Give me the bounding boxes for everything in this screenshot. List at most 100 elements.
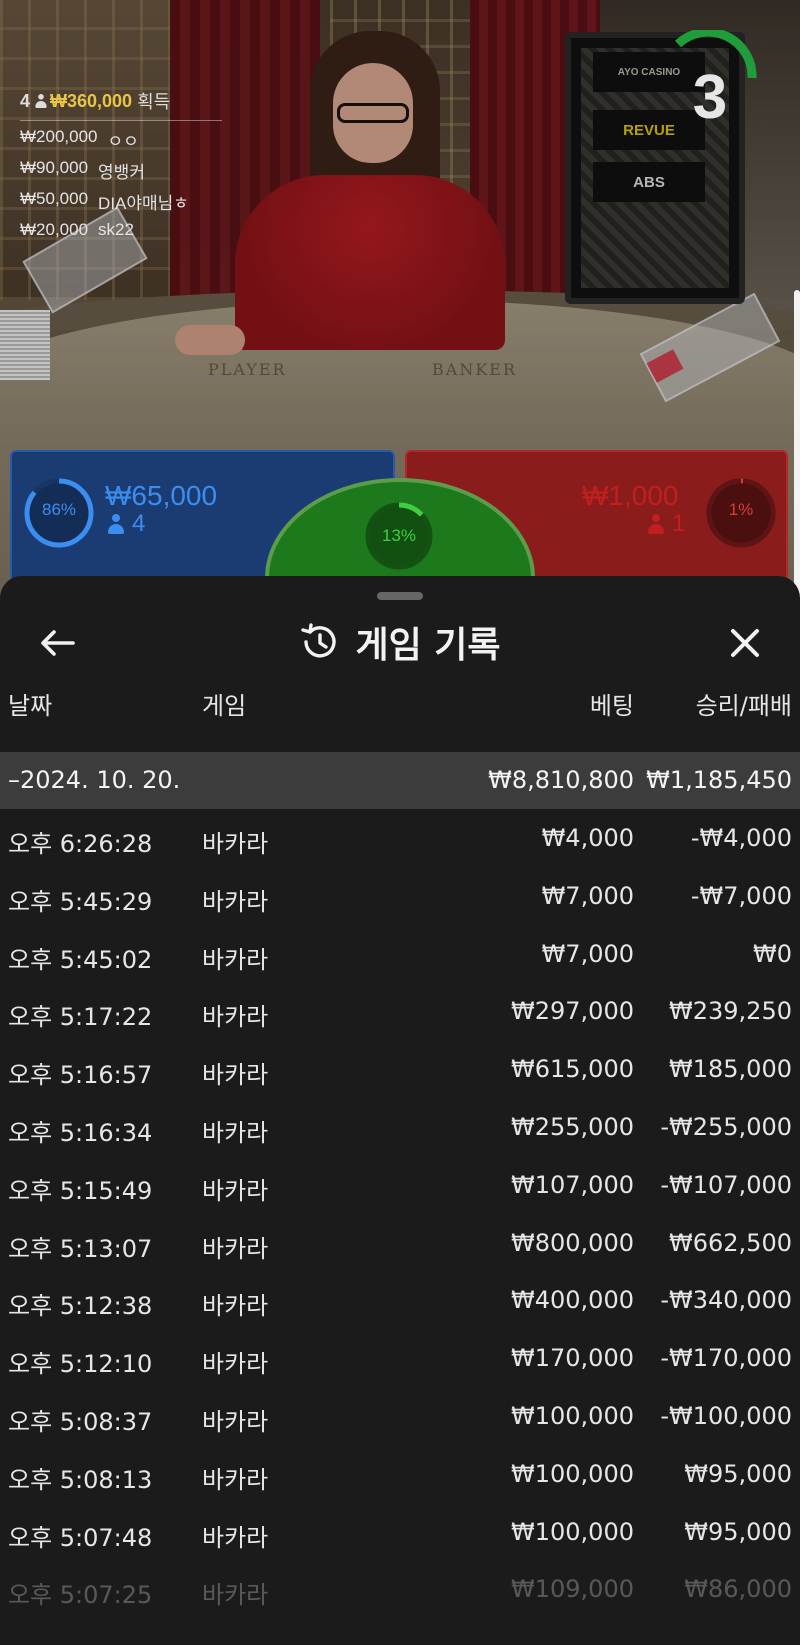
history-row[interactable]: 오후 5:08:13 바카라 ₩100,000 ₩95,000 bbox=[0, 1445, 800, 1503]
row-time: 오후 5:08:13 bbox=[8, 1465, 153, 1494]
column-result: 승리/패배 bbox=[695, 692, 792, 720]
back-button[interactable] bbox=[30, 616, 84, 670]
row-bet: ₩615,000 bbox=[511, 1055, 634, 1084]
row-game: 바카라 bbox=[202, 945, 269, 974]
person-icon bbox=[35, 94, 47, 108]
winners-summary: 4 ₩360,000 획득 bbox=[20, 88, 222, 121]
history-row[interactable]: 오후 5:45:02 바카라 ₩7,000 ₩0 bbox=[0, 925, 800, 983]
game-history-panel: 게임 기록 날짜 게임 베팅 승리/패배 –2024. 10. 20. ₩8,8… bbox=[0, 576, 800, 1645]
row-time: 오후 5:12:10 bbox=[8, 1350, 153, 1379]
history-row[interactable]: 오후 5:16:57 바카라 ₩615,000 ₩185,000 bbox=[0, 1040, 800, 1098]
row-bet: ₩100,000 bbox=[511, 1459, 634, 1488]
winner-amount: ₩20,000 bbox=[20, 220, 89, 239]
row-time: 오후 5:17:22 bbox=[8, 1003, 153, 1032]
history-row[interactable]: 오후 5:07:25 바카라 ₩109,000 ₩86,000 bbox=[0, 1560, 800, 1618]
table-header: 날짜 게임 베팅 승리/패배 bbox=[0, 674, 800, 724]
player-percent: 86% bbox=[41, 500, 77, 519]
row-game: 바카라 bbox=[202, 1234, 269, 1263]
row-result: ₩0 bbox=[753, 939, 792, 968]
history-row[interactable]: 오후 5:13:07 바카라 ₩800,000 ₩662,500 bbox=[0, 1214, 800, 1272]
history-row[interactable]: 오후 5:12:38 바카라 ₩400,000 -₩340,000 bbox=[0, 1271, 800, 1329]
row-time: 오후 5:07:25 bbox=[8, 1581, 153, 1610]
countdown-timer: 3 bbox=[692, 63, 728, 132]
person-icon bbox=[648, 514, 664, 534]
row-time: 오후 5:15:49 bbox=[8, 1176, 153, 1205]
drag-handle[interactable] bbox=[377, 592, 423, 600]
row-bet: ₩100,000 bbox=[511, 1517, 634, 1546]
row-time: 오후 6:26:28 bbox=[8, 830, 153, 858]
row-bet: ₩107,000 bbox=[511, 1170, 634, 1199]
scroll-edge[interactable] bbox=[794, 290, 800, 600]
row-time: 오후 5:12:38 bbox=[8, 1292, 153, 1321]
winner-name: DIA야매님ㅎ bbox=[98, 194, 189, 213]
row-bet: ₩109,000 bbox=[511, 1575, 634, 1604]
row-game: 바카라 bbox=[202, 887, 269, 916]
row-bet: ₩297,000 bbox=[511, 997, 634, 1026]
row-result: ₩86,000 bbox=[684, 1575, 792, 1604]
row-game: 바카라 bbox=[202, 1292, 269, 1321]
banker-percent: 1% bbox=[728, 500, 754, 519]
winner-suffix: 획득 bbox=[137, 92, 171, 112]
row-bet: ₩170,000 bbox=[511, 1344, 634, 1373]
column-date: 날짜 bbox=[8, 692, 53, 720]
close-button[interactable] bbox=[718, 616, 772, 670]
banker-bettor-count: 1 bbox=[648, 510, 685, 538]
winner-name: sk22 bbox=[98, 220, 134, 239]
row-result: -₩100,000 bbox=[660, 1401, 792, 1430]
row-bet: ₩7,000 bbox=[541, 939, 634, 968]
row-result: ₩95,000 bbox=[684, 1459, 792, 1488]
winner-count: 4 bbox=[20, 90, 31, 111]
banker-bet-amount: ₩1,000 bbox=[582, 480, 679, 511]
row-game: 바카라 bbox=[202, 1523, 269, 1552]
close-icon bbox=[731, 629, 759, 657]
row-result: ₩662,500 bbox=[669, 1228, 792, 1257]
panel-header: 게임 기록 bbox=[0, 612, 800, 672]
row-game: 바카라 bbox=[202, 1061, 269, 1090]
winner-row: ₩90,000 영뱅커 bbox=[20, 158, 220, 183]
winner-row: ₩200,000 ㅇㅇ bbox=[20, 127, 220, 152]
row-game: 바카라 bbox=[202, 1581, 269, 1610]
day-summary-row[interactable]: –2024. 10. 20. ₩8,810,800 ₩1,185,450 bbox=[0, 752, 800, 809]
row-time: 오후 5:08:37 bbox=[8, 1407, 153, 1436]
row-time: 오후 5:13:07 bbox=[8, 1234, 153, 1263]
history-row[interactable]: 오후 5:12:10 바카라 ₩170,000 -₩170,000 bbox=[0, 1329, 800, 1387]
row-bet: ₩400,000 bbox=[511, 1286, 634, 1315]
tie-percent: 13% bbox=[381, 526, 417, 545]
row-result: ₩95,000 bbox=[684, 1517, 792, 1546]
winner-name: 영뱅커 bbox=[98, 163, 145, 182]
history-list: 오후 6:26:28 바카라 ₩4,000 -₩4,000 오후 5:45:29 바카라 ₩… bbox=[0, 809, 800, 1618]
history-row[interactable]: 오후 5:15:49 바카라 ₩107,000 -₩107,000 bbox=[0, 1156, 800, 1214]
row-game: 바카라 bbox=[202, 830, 269, 858]
winner-row: ₩20,000 sk22 bbox=[20, 220, 220, 240]
day-result-total: ₩1,185,450 bbox=[646, 766, 792, 794]
row-game: 바카라 bbox=[202, 1465, 269, 1494]
history-row[interactable]: 오후 5:07:48 바카라 ₩100,000 ₩95,000 bbox=[0, 1503, 800, 1561]
row-game: 바카라 bbox=[202, 1407, 269, 1436]
row-game: 바카라 bbox=[202, 1350, 269, 1379]
winner-name: ㅇㅇ bbox=[107, 132, 139, 151]
history-row[interactable]: 오후 6:26:28 바카라 ₩4,000 -₩4,000 bbox=[0, 809, 800, 867]
day-date: –2024. 10. 20. bbox=[8, 766, 181, 794]
row-game: 바카라 bbox=[202, 1003, 269, 1032]
winner-amount: ₩200,000 bbox=[20, 127, 98, 146]
history-row[interactable]: 오후 5:08:37 바카라 ₩100,000 -₩100,000 bbox=[0, 1387, 800, 1445]
winner-total: ₩360,000 bbox=[50, 90, 133, 111]
row-time: 오후 5:16:57 bbox=[8, 1061, 153, 1090]
column-game: 게임 bbox=[202, 692, 247, 720]
row-game: 바카라 bbox=[202, 1176, 269, 1205]
row-time: 오후 5:45:02 bbox=[8, 945, 153, 974]
live-video: PLAYER BANKER AYO CASINO REVUE ABS 3 4 ₩… bbox=[0, 0, 800, 600]
history-row[interactable]: 오후 5:17:22 바카라 ₩297,000 ₩239,250 bbox=[0, 982, 800, 1040]
row-result: -₩107,000 bbox=[660, 1170, 792, 1199]
row-game: 바카라 bbox=[202, 1118, 269, 1147]
winners-overlay: 4 ₩360,000 획득 ₩200,000 ㅇㅇ ₩90,000 영뱅커 ₩5… bbox=[20, 88, 222, 240]
row-result: -₩255,000 bbox=[660, 1112, 792, 1141]
row-time: 오후 5:16:34 bbox=[8, 1118, 153, 1147]
column-bet: 베팅 bbox=[589, 692, 634, 720]
row-result: ₩239,250 bbox=[669, 997, 792, 1026]
winner-amount: ₩50,000 bbox=[20, 189, 89, 208]
history-row[interactable]: 오후 5:45:29 바카라 ₩7,000 -₩7,000 bbox=[0, 867, 800, 925]
history-row[interactable]: 오후 5:16:34 바카라 ₩255,000 -₩255,000 bbox=[0, 1098, 800, 1156]
row-result: -₩170,000 bbox=[660, 1344, 792, 1373]
winner-amount: ₩90,000 bbox=[20, 158, 89, 177]
